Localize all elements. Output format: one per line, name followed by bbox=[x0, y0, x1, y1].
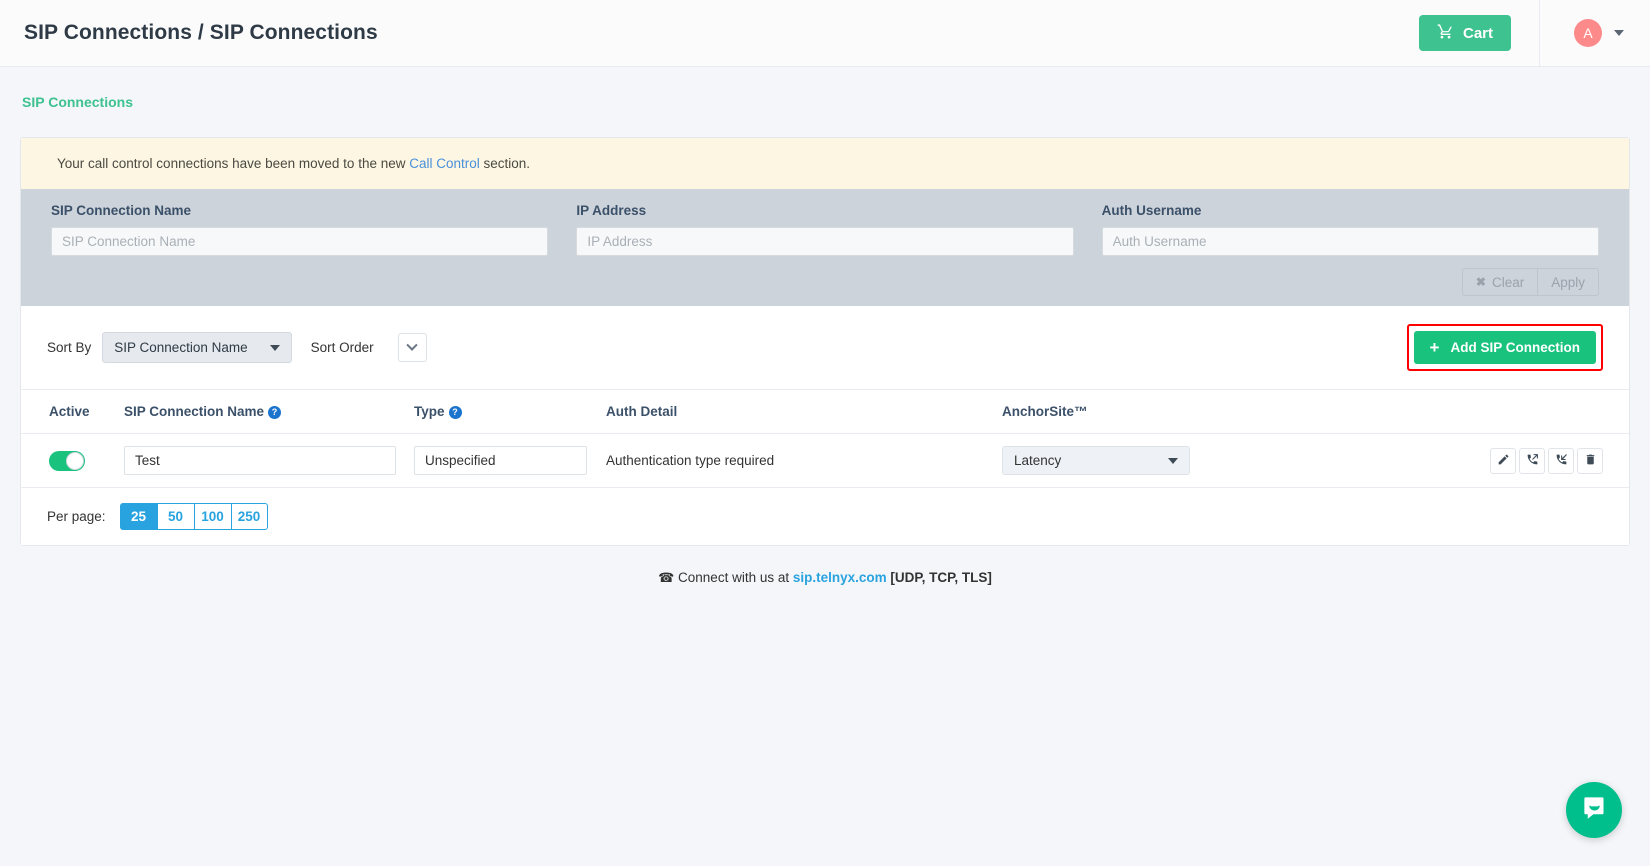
delete-icon bbox=[1584, 453, 1597, 469]
apply-filters-button[interactable]: Apply bbox=[1537, 268, 1599, 296]
column-label-active: Active bbox=[49, 404, 90, 419]
cell-actions bbox=[1402, 434, 1629, 488]
per-page-250[interactable]: 250 bbox=[230, 503, 268, 530]
main-card: Your call control connections have been … bbox=[20, 137, 1630, 546]
breadcrumb: SIP Connections / SIP Connections bbox=[24, 21, 378, 44]
inbound-call-icon bbox=[1555, 453, 1568, 469]
page-footer: ☎ Connect with us at sip.telnyx.com [UDP… bbox=[0, 546, 1650, 586]
cart-label: Cart bbox=[1462, 24, 1493, 42]
edit-icon bbox=[1497, 453, 1510, 469]
per-page-label: Per page: bbox=[47, 509, 106, 524]
cell-anchorsite: Latency bbox=[1002, 434, 1402, 488]
banner-text-before: Your call control connections have been … bbox=[57, 156, 410, 171]
filter-label-ip: IP Address bbox=[576, 203, 647, 218]
column-header-auth-detail: Auth Detail bbox=[606, 390, 1002, 434]
inbound-call-button[interactable] bbox=[1548, 447, 1574, 474]
sub-header: SIP Connections bbox=[0, 67, 1650, 137]
sort-by-select[interactable]: SIP Connection Name bbox=[102, 332, 292, 363]
column-label-type: Type bbox=[414, 404, 445, 419]
sort-bar: Sort By SIP Connection Name Sort Order +… bbox=[21, 306, 1629, 390]
toggle-knob bbox=[66, 451, 84, 470]
sort-by-value: SIP Connection Name bbox=[114, 340, 248, 355]
table-row: Unspecified Authentication type required… bbox=[21, 434, 1629, 488]
column-header-actions bbox=[1402, 390, 1629, 434]
anchorsite-select[interactable]: Latency bbox=[1002, 446, 1190, 475]
filter-field-ip: IP Address bbox=[576, 203, 1074, 256]
cart-button[interactable]: Cart bbox=[1418, 15, 1511, 51]
filter-label-auth: Auth Username bbox=[1101, 203, 1202, 218]
caret-down-icon bbox=[1168, 457, 1178, 464]
chevron-down-icon bbox=[1614, 30, 1624, 36]
sort-order-button[interactable] bbox=[397, 333, 427, 362]
clear-label: Clear bbox=[1491, 274, 1525, 290]
column-label-name: SIP Connection Name bbox=[124, 404, 265, 419]
banner-text-after: section. bbox=[479, 156, 531, 171]
call-control-link[interactable]: Call Control bbox=[409, 156, 480, 171]
ip-address-input[interactable] bbox=[576, 227, 1074, 256]
sip-domain-link[interactable]: sip.telnyx.com bbox=[793, 570, 887, 585]
anchorsite-value: Latency bbox=[1014, 453, 1062, 468]
outbound-call-icon bbox=[1526, 453, 1539, 469]
sip-connections-tab[interactable]: SIP Connections bbox=[22, 94, 133, 110]
info-banner: Your call control connections have been … bbox=[21, 138, 1629, 189]
footer-text-before: Connect with us at bbox=[678, 570, 793, 585]
sip-connections-table: Active SIP Connection Name? Type? Auth D… bbox=[21, 390, 1629, 487]
column-label-anchorsite: AnchorSite™ bbox=[1002, 404, 1088, 419]
row-action-group bbox=[1402, 447, 1629, 474]
add-button-highlight: + Add SIP Connection bbox=[1406, 324, 1603, 371]
outbound-call-button[interactable] bbox=[1519, 447, 1545, 474]
auth-username-input[interactable] bbox=[1101, 227, 1599, 256]
cell-active bbox=[21, 434, 124, 488]
help-icon[interactable]: ? bbox=[448, 405, 462, 419]
filter-field-auth: Auth Username bbox=[1101, 203, 1599, 256]
table-header-row: Active SIP Connection Name? Type? Auth D… bbox=[21, 390, 1629, 434]
table-body: Unspecified Authentication type required… bbox=[21, 434, 1629, 488]
phone-icon: ☎ bbox=[658, 570, 675, 585]
filter-label-name: SIP Connection Name bbox=[51, 203, 192, 218]
per-page-100[interactable]: 100 bbox=[193, 503, 231, 530]
caret-down-icon bbox=[269, 344, 280, 351]
filter-actions: ✖ Clear Apply bbox=[51, 256, 1599, 306]
chevron-down-icon bbox=[406, 339, 418, 351]
cell-name bbox=[124, 434, 414, 488]
plus-icon: + bbox=[1429, 338, 1440, 357]
cell-type: Unspecified bbox=[414, 434, 606, 488]
add-sip-connection-button[interactable]: + Add SIP Connection bbox=[1413, 331, 1596, 364]
per-page-options: 25 50 100 250 bbox=[119, 503, 268, 530]
filter-field-name: SIP Connection Name bbox=[51, 203, 549, 256]
pagination-bar: Per page: 25 50 100 250 bbox=[21, 487, 1629, 545]
sort-order-label: Sort Order bbox=[310, 340, 374, 355]
topbar-right-group: Cart A bbox=[1418, 0, 1650, 66]
filter-panel: SIP Connection Name IP Address Auth User… bbox=[21, 189, 1629, 306]
top-bar: SIP Connections / SIP Connections Cart A bbox=[0, 0, 1650, 67]
column-header-anchorsite: AnchorSite™ bbox=[1002, 390, 1402, 434]
per-page-50[interactable]: 50 bbox=[156, 503, 194, 530]
connection-name-input[interactable] bbox=[124, 446, 396, 475]
chat-widget-button[interactable] bbox=[1566, 782, 1622, 838]
column-header-active: Active bbox=[21, 390, 124, 434]
cell-auth-detail: Authentication type required bbox=[606, 453, 775, 468]
table-head: Active SIP Connection Name? Type? Auth D… bbox=[21, 390, 1629, 434]
column-label-auth-detail: Auth Detail bbox=[606, 404, 678, 419]
sip-connection-name-input[interactable] bbox=[51, 227, 549, 256]
chat-bubble-icon bbox=[1581, 794, 1608, 826]
active-toggle[interactable] bbox=[49, 450, 85, 471]
add-button-label: Add SIP Connection bbox=[1450, 340, 1580, 355]
per-page-25[interactable]: 25 bbox=[119, 503, 157, 530]
edit-connection-button[interactable] bbox=[1490, 447, 1516, 474]
user-menu[interactable]: A bbox=[1539, 0, 1650, 66]
x-icon: ✖ bbox=[1475, 275, 1486, 289]
delete-connection-button[interactable] bbox=[1577, 447, 1603, 474]
footer-protocols: [UDP, TCP, TLS] bbox=[890, 570, 992, 585]
avatar: A bbox=[1574, 19, 1602, 47]
sort-by-label: Sort By bbox=[47, 340, 92, 355]
shopping-cart-icon bbox=[1437, 23, 1454, 44]
column-header-name: SIP Connection Name? bbox=[124, 390, 414, 434]
clear-filters-button[interactable]: ✖ Clear bbox=[1461, 268, 1538, 296]
help-icon[interactable]: ? bbox=[268, 405, 282, 419]
connection-type-field[interactable]: Unspecified bbox=[414, 446, 587, 475]
filter-fields-row: SIP Connection Name IP Address Auth User… bbox=[51, 203, 1599, 256]
column-header-type: Type? bbox=[414, 390, 606, 434]
